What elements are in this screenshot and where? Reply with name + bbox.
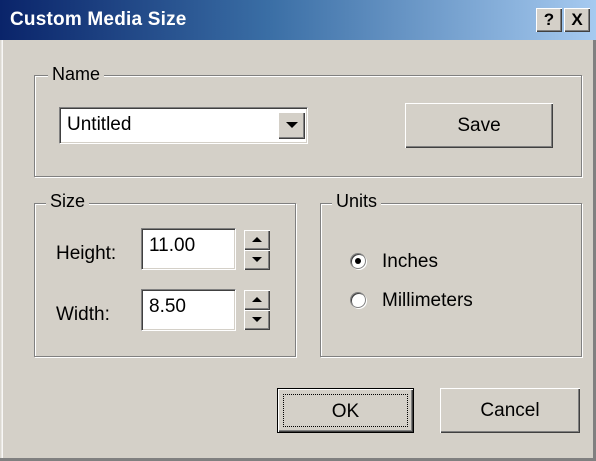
units-group-legend: Units bbox=[332, 191, 382, 211]
width-input-value: 8.50 bbox=[149, 296, 186, 317]
window-border-left bbox=[0, 40, 3, 461]
radio-button[interactable] bbox=[350, 292, 366, 308]
size-group-legend: Size bbox=[46, 191, 90, 211]
height-up-button[interactable] bbox=[244, 230, 270, 250]
close-button[interactable]: X bbox=[564, 8, 590, 32]
radio-inches-label: Inches bbox=[382, 251, 438, 272]
save-button[interactable]: Save bbox=[405, 103, 553, 148]
width-input[interactable]: 8.50 bbox=[141, 289, 236, 331]
height-label: Height: bbox=[56, 243, 117, 264]
window-title: Custom Media Size bbox=[10, 9, 187, 30]
arrow-up-icon bbox=[252, 297, 262, 302]
chevron-down-icon bbox=[285, 122, 298, 128]
width-label: Width: bbox=[56, 304, 110, 325]
help-button[interactable]: ? bbox=[536, 8, 562, 32]
name-group-legend: Name bbox=[48, 64, 105, 84]
dropdown-arrow-button[interactable] bbox=[278, 112, 305, 139]
name-dropdown[interactable]: Untitled bbox=[59, 107, 308, 144]
height-input[interactable]: 11.00 bbox=[141, 228, 236, 270]
radio-button-selected[interactable] bbox=[350, 253, 366, 269]
radio-dot-icon bbox=[355, 258, 361, 264]
width-down-button[interactable] bbox=[244, 310, 270, 330]
arrow-down-icon bbox=[252, 257, 262, 262]
focus-rect bbox=[283, 394, 408, 427]
name-dropdown-value: Untitled bbox=[67, 114, 132, 135]
radio-millimeters[interactable]: Millimeters bbox=[350, 289, 530, 313]
size-group bbox=[34, 203, 296, 357]
arrow-up-icon bbox=[252, 237, 262, 242]
height-down-button[interactable] bbox=[244, 250, 270, 270]
ok-button[interactable]: OK bbox=[277, 388, 414, 433]
arrow-down-icon bbox=[252, 317, 262, 322]
units-group bbox=[320, 203, 582, 357]
width-up-button[interactable] bbox=[244, 290, 270, 310]
height-input-value: 11.00 bbox=[149, 235, 196, 256]
radio-inches[interactable]: Inches bbox=[350, 250, 510, 274]
cancel-button[interactable]: Cancel bbox=[440, 388, 580, 433]
radio-millimeters-label: Millimeters bbox=[382, 290, 473, 311]
